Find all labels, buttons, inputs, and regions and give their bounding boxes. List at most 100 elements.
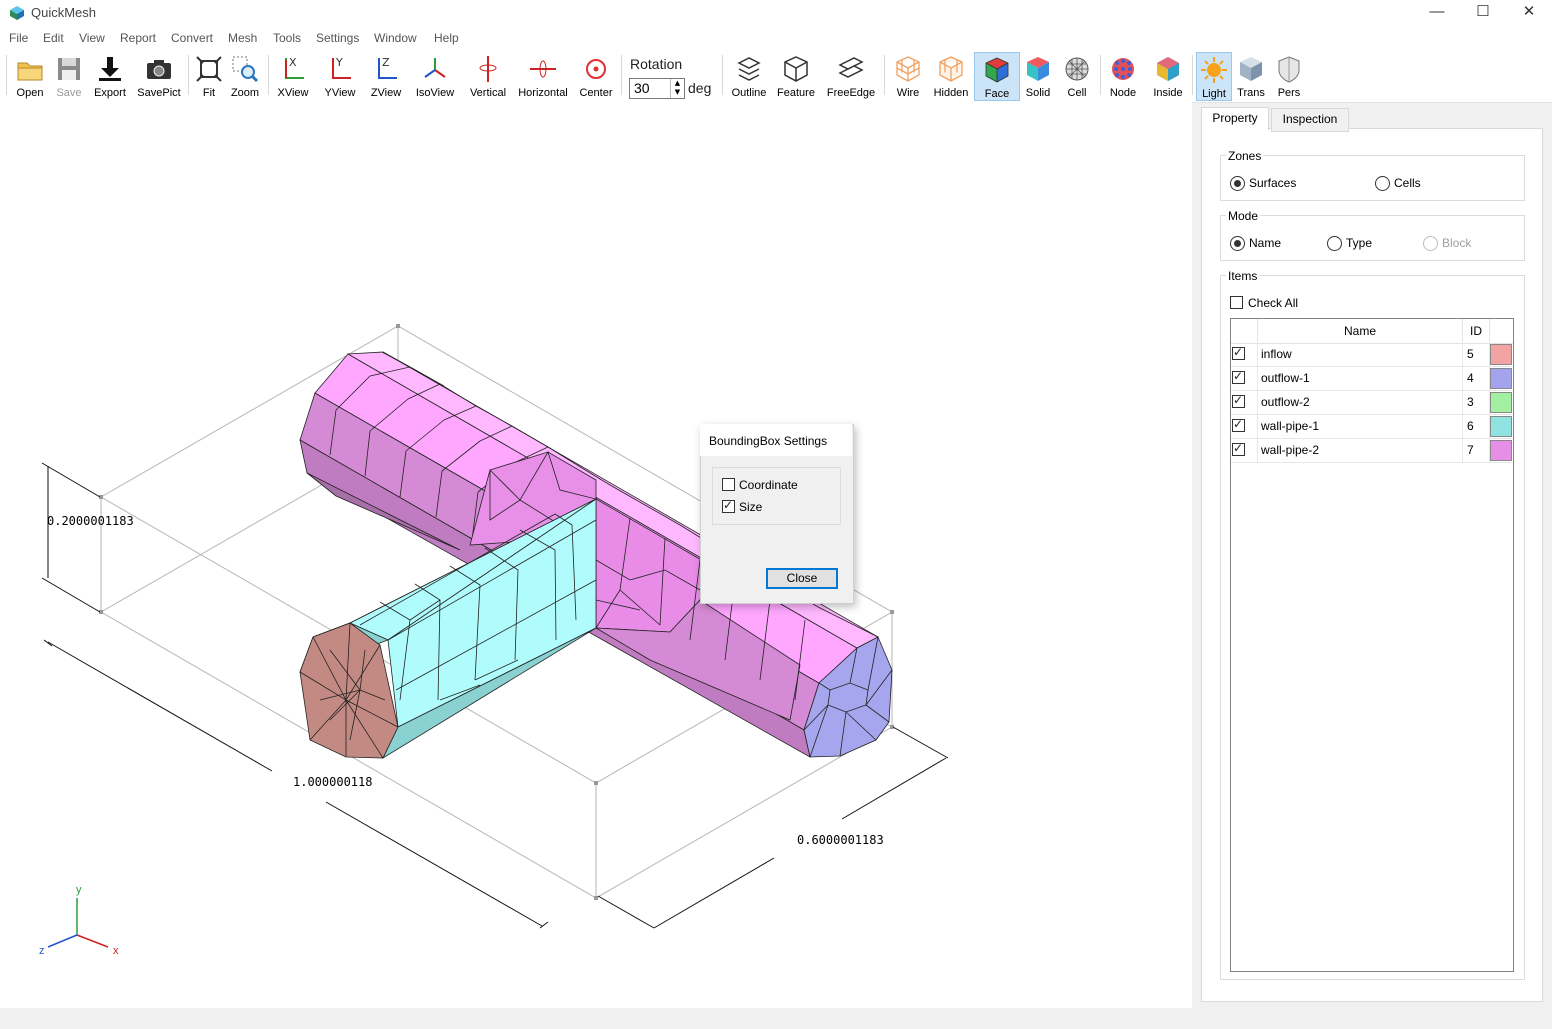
row-checkbox[interactable] [1232, 369, 1245, 384]
svg-text:X: X [289, 56, 297, 69]
menu-mesh[interactable]: Mesh [228, 31, 257, 45]
table-row[interactable]: outflow-1 4 [1231, 366, 1513, 391]
row-color-swatch[interactable] [1490, 344, 1512, 365]
minimize-button[interactable]: — [1414, 0, 1460, 26]
table-header-id[interactable]: ID [1463, 319, 1490, 344]
cell-button[interactable]: Cell [1062, 52, 1092, 99]
node-button[interactable]: Node [1106, 52, 1140, 99]
feature-button[interactable]: Feature [776, 52, 816, 99]
row-color-swatch[interactable] [1490, 440, 1512, 461]
freeedge-label: FreeEdge [826, 87, 876, 99]
type-mode-label: Type [1346, 236, 1373, 250]
horizontal-label: Horizontal [518, 87, 568, 99]
folder-icon [17, 62, 43, 81]
export-button[interactable]: Export [90, 52, 130, 99]
menu-settings[interactable]: Settings [316, 31, 359, 45]
fit-screen-icon [196, 56, 222, 82]
zview-button[interactable]: Z ZView [367, 52, 405, 99]
isoview-button[interactable]: IsoView [413, 52, 457, 99]
horizontal-rotate-button[interactable]: Horizontal [516, 52, 570, 99]
toolbar-separator [1100, 55, 1101, 95]
spin-arrows-icon[interactable]: ▲ ▼ [670, 79, 684, 98]
solid-button[interactable]: Solid [1022, 52, 1054, 99]
table-row[interactable]: inflow 5 [1231, 342, 1513, 367]
status-bar [0, 1008, 1552, 1029]
menu-window[interactable]: Window [374, 31, 417, 45]
close-window-button[interactable]: ✕ [1506, 0, 1552, 26]
row-name: wall-pipe-1 [1261, 419, 1320, 433]
surfaces-radio[interactable] [1230, 176, 1245, 191]
check-all-checkbox[interactable] [1230, 296, 1243, 309]
mesh-canvas[interactable]: 0.2000001183 1.000000118 0.6000001183 y … [0, 102, 1192, 1008]
hidden-button[interactable]: Hidden [931, 52, 971, 99]
table-row[interactable]: outflow-2 3 [1231, 390, 1513, 415]
savepict-button[interactable]: SavePict [136, 52, 182, 99]
mesh-viewport[interactable]: 0.2000001183 1.000000118 0.6000001183 y … [0, 102, 1192, 1008]
transparent-cube-icon [1240, 57, 1262, 81]
type-mode-radio[interactable] [1327, 236, 1342, 251]
perspective-shield-icon [1278, 56, 1300, 83]
items-title: Items [1226, 269, 1260, 283]
table-row[interactable]: wall-pipe-1 6 [1231, 414, 1513, 439]
tab-property[interactable]: Property [1201, 107, 1269, 131]
table-row[interactable]: wall-pipe-2 7 [1231, 438, 1513, 463]
isoview-label: IsoView [415, 87, 455, 99]
row-checkbox[interactable] [1232, 441, 1245, 456]
row-name: outflow-1 [1261, 371, 1310, 385]
vertical-rotate-button[interactable]: Vertical [466, 52, 510, 99]
xview-button[interactable]: X XView [274, 52, 312, 99]
size-label: Size [739, 500, 763, 514]
block-mode-radio [1423, 236, 1438, 251]
toolbar-separator [621, 55, 622, 95]
menu-edit[interactable]: Edit [43, 31, 64, 45]
menu-report[interactable]: Report [120, 31, 156, 45]
dialog-close-button[interactable]: Close [766, 568, 838, 589]
center-button[interactable]: Center [577, 52, 615, 99]
row-checkbox[interactable] [1232, 345, 1245, 360]
size-checkbox[interactable] [722, 498, 735, 513]
solid-label: Solid [1025, 87, 1051, 99]
fit-button[interactable]: Fit [194, 52, 224, 99]
row-checkbox[interactable] [1232, 417, 1245, 432]
depth-dimension-label: 0.6000001183 [797, 833, 884, 847]
surfaces-label: Surfaces [1249, 176, 1297, 190]
light-button[interactable]: Light [1196, 52, 1232, 101]
rotation-spinbox[interactable]: 30 ▲ ▼ [629, 78, 685, 99]
menu-convert[interactable]: Convert [171, 31, 213, 45]
tab-inspection[interactable]: Inspection [1271, 108, 1349, 132]
inside-label: Inside [1153, 87, 1183, 99]
feature-cube-icon [784, 56, 808, 82]
inflow-surface [299, 622, 399, 759]
row-color-swatch[interactable] [1490, 416, 1512, 437]
coordinate-checkbox[interactable] [722, 478, 735, 491]
menu-file[interactable]: File [9, 31, 28, 45]
row-color-swatch[interactable] [1490, 392, 1512, 413]
window-title: QuickMesh [31, 5, 97, 20]
zones-title: Zones [1226, 149, 1264, 163]
freeedge-button[interactable]: FreeEdge [825, 52, 877, 99]
maximize-button[interactable]: ☐ [1460, 0, 1506, 26]
zoom-button[interactable]: Zoom [228, 52, 262, 99]
menu-view[interactable]: View [79, 31, 105, 45]
row-color-swatch[interactable] [1490, 368, 1512, 389]
rotation-label: Rotation [630, 56, 683, 72]
save-button[interactable]: Save [51, 52, 87, 99]
download-arrow-icon [99, 57, 121, 81]
hidden-line-cube-icon [939, 56, 963, 82]
open-button[interactable]: Open [12, 52, 48, 99]
menu-tools[interactable]: Tools [273, 31, 301, 45]
trans-button[interactable]: Trans [1234, 52, 1268, 99]
face-button[interactable]: Face [974, 52, 1020, 101]
pers-button[interactable]: Pers [1273, 52, 1305, 99]
outline-button[interactable]: Outline [729, 52, 769, 99]
row-checkbox[interactable] [1232, 393, 1245, 408]
table-header-name[interactable]: Name [1258, 319, 1463, 344]
name-mode-radio[interactable] [1230, 236, 1245, 251]
inside-button[interactable]: Inside [1150, 52, 1186, 99]
menu-help[interactable]: Help [434, 31, 459, 45]
yview-button[interactable]: Y YView [321, 52, 359, 99]
wire-button[interactable]: Wire [891, 52, 925, 99]
row-id: 3 [1467, 395, 1474, 409]
fit-label: Fit [202, 87, 216, 99]
cells-radio[interactable] [1375, 176, 1390, 191]
